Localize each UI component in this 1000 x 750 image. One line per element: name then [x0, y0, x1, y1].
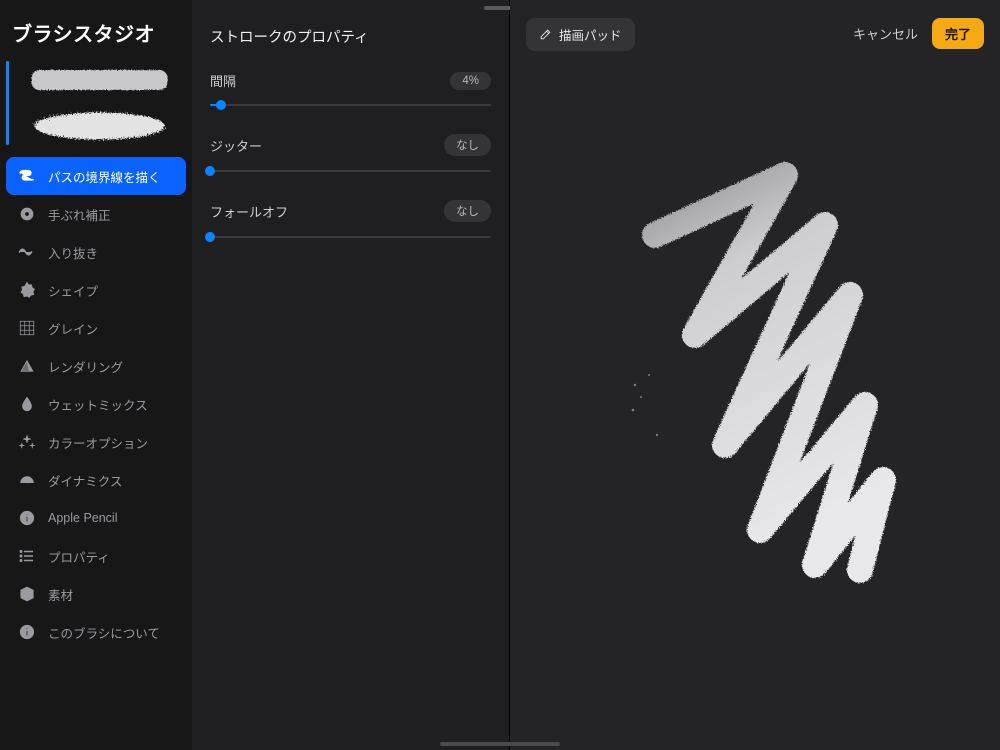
sidebar-item-label: 手ぶれ補正: [48, 205, 111, 224]
sidebar-item-label: 素材: [48, 585, 73, 604]
brush-preview-group: [0, 57, 192, 151]
selection-indicator: [6, 61, 9, 145]
jitter-slider[interactable]: [210, 164, 491, 178]
sidebar-item-label: シェイプ: [48, 281, 98, 300]
control-value-pill[interactable]: 4%: [450, 72, 491, 90]
sidebar-item-label: 入り抜き: [48, 243, 98, 262]
sidebar-item-stabilization[interactable]: 手ぶれ補正: [6, 195, 186, 233]
sidebar-item-dynamics[interactable]: ダイナミクス: [6, 461, 186, 499]
sidebar-item-apple-pencil[interactable]: Apple Pencil: [6, 499, 186, 537]
info-icon: [18, 623, 36, 641]
control-falloff: フォールオフ なし: [210, 200, 491, 244]
list-icon: [18, 547, 36, 565]
sparkle-icon: [18, 433, 36, 451]
control-label: 間隔: [210, 71, 236, 90]
sidebar-item-label: グレイン: [48, 319, 98, 338]
sidebar-item-label: カラーオプション: [48, 433, 148, 452]
spacing-slider[interactable]: [210, 98, 491, 112]
info-icon: [18, 509, 36, 527]
control-jitter: ジッター なし: [210, 134, 491, 178]
triangle-icon: [18, 357, 36, 375]
sidebar-item-wetmix[interactable]: ウェットミックス: [6, 385, 186, 423]
sidebar-item-rendering[interactable]: レンダリング: [6, 347, 186, 385]
control-spacing: 間隔 4%: [210, 71, 491, 112]
control-value-pill[interactable]: なし: [444, 200, 491, 222]
sidebar-item-label: ウェットミックス: [48, 395, 148, 414]
sidebar-item-label: このブラシについて: [48, 623, 160, 642]
gauge-icon: [18, 471, 36, 489]
control-value-pill[interactable]: なし: [444, 134, 491, 156]
sidebar-item-color[interactable]: カラーオプション: [6, 423, 186, 461]
sidebar-item-grain[interactable]: グレイン: [6, 309, 186, 347]
sidebar-item-stroke-path[interactable]: パスの境界線を描く: [6, 157, 186, 195]
properties-panel: ストロークのプロパティ 間隔 4% ジッター なし フォールオフ なし: [192, 0, 510, 750]
brush-stroke-preview[interactable]: [510, 0, 1000, 750]
falloff-slider[interactable]: [210, 230, 491, 244]
target-icon: [18, 205, 36, 223]
sidebar-item-about[interactable]: このブラシについて: [6, 613, 186, 651]
control-label: ジッター: [210, 136, 262, 155]
sidebar-item-label: Apple Pencil: [48, 511, 118, 525]
grid-icon: [18, 319, 36, 337]
drawing-canvas-panel: 描画パッド キャンセル 完了: [510, 0, 1000, 750]
properties-title: ストロークのプロパティ: [210, 26, 491, 47]
control-label: フォールオフ: [210, 202, 288, 221]
path-icon: [18, 167, 36, 185]
sidebar: ブラシスタジオ: [0, 0, 192, 750]
sidebar-item-label: レンダリング: [48, 357, 123, 376]
drop-icon: [18, 395, 36, 413]
sidebar-item-materials[interactable]: 素材: [6, 575, 186, 613]
sidebar-item-label: パスの境界線を描く: [48, 167, 161, 186]
sidebar-item-properties[interactable]: プロパティ: [6, 537, 186, 575]
sidebar-nav: パスの境界線を描く 手ぶれ補正 入り抜き シェイプ グレイン レンダリング ウェ…: [0, 151, 192, 657]
sidebar-item-label: プロパティ: [48, 547, 110, 566]
cube-icon: [18, 585, 36, 603]
home-indicator: [440, 742, 560, 746]
sidebar-item-label: ダイナミクス: [48, 471, 122, 490]
brush-preview-stroke[interactable]: [17, 61, 182, 99]
sidebar-title: ブラシスタジオ: [0, 18, 192, 57]
sidebar-item-shape[interactable]: シェイプ: [6, 271, 186, 309]
sidebar-item-taper[interactable]: 入り抜き: [6, 233, 186, 271]
brush-preview-shape[interactable]: [17, 107, 182, 145]
blob-icon: [18, 281, 36, 299]
wave-icon: [18, 243, 36, 261]
